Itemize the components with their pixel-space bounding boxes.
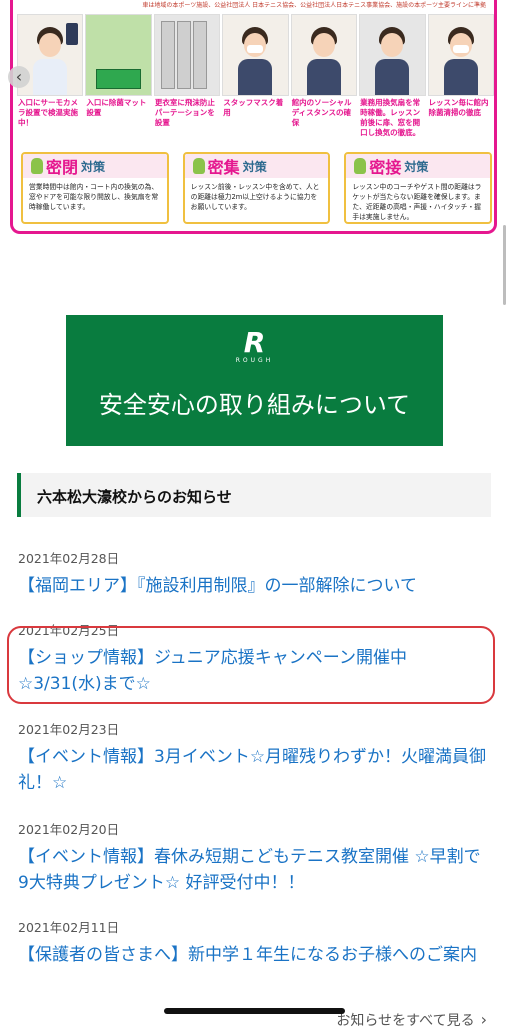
see-all-label: お知らせをすべて見る bbox=[336, 1013, 475, 1029]
caption-disinfect-mat: 入口に除菌マット設置 bbox=[86, 98, 147, 117]
measures-row: 密閉 対策 営業時間中は館内・コート内の換気の為、窓やドアを可能な限り開放し、換… bbox=[21, 152, 493, 224]
red-highlight-annotation bbox=[7, 626, 495, 704]
measure-head: 密接 対策 bbox=[346, 154, 491, 178]
news-item: 2021年02月11日 【保護者の皆さまへ】新中学１年生になるお子様へのご案内 bbox=[18, 917, 488, 968]
caption-staff-mask: スタッフマスク着用 bbox=[223, 98, 284, 117]
hand-icon bbox=[31, 158, 43, 174]
news-link[interactable]: 【保護者の皆さまへ】新中学１年生になるお子様へのご案内 bbox=[18, 942, 488, 968]
measure-suffix: 対策 bbox=[81, 159, 106, 174]
news-link[interactable]: 【イベント情報】3月イベント☆月曜残りわずか！火曜満員御礼！☆ bbox=[18, 744, 488, 796]
caption-row: 入口にサーモカメラ設置で検温実施中！ 入口に除菌マット設置 更衣室に飛沫防止パー… bbox=[17, 98, 494, 144]
measure-head: 密閉 対策 bbox=[23, 154, 167, 178]
news-date: 2021年02月23日 bbox=[18, 722, 120, 737]
logo-word: ROUGH bbox=[235, 357, 274, 364]
rough-logo: R ROUGH bbox=[235, 326, 275, 365]
measure-head: 密集 対策 bbox=[184, 154, 329, 178]
infographic-note: 車は地域の本ポーツ施設、公益社団法人 日本テニス協会、公益社団法人日本テニス事業… bbox=[142, 2, 486, 9]
measure-kanji: 密集 bbox=[207, 158, 240, 177]
measure-kanji: 密閉 bbox=[46, 158, 79, 177]
measure-kanji: 密接 bbox=[369, 158, 402, 177]
infographic-top-strip: 車は地域の本ポーツ施設、公益社団法人 日本テニス協会、公益社団法人日本テニス事業… bbox=[13, 0, 494, 14]
covid-measures-infographic: 車は地域の本ポーツ施設、公益社団法人 日本テニス協会、公益社団法人日本テニス事業… bbox=[10, 0, 497, 234]
measure-suffix: 対策 bbox=[242, 159, 267, 174]
measure-close-contact: 密接 対策 レッスン中のコーチやゲスト間の距離はラケットが当たらない距離を確保し… bbox=[344, 152, 493, 224]
banner-title: 安全安心の取り組みについて bbox=[98, 391, 411, 419]
news-item: 2021年02月23日 【イベント情報】3月イベント☆月曜残りわずか！火曜満員御… bbox=[18, 719, 488, 796]
measure-body: レッスン前後・レッスン中を含めて、人との距離は極力2m以上空けるように協力をお願… bbox=[190, 183, 320, 211]
safety-banner[interactable]: R ROUGH 安全安心の取り組みについて bbox=[66, 315, 443, 446]
home-indicator[interactable] bbox=[164, 1008, 345, 1014]
measure-body: 営業時間中は館内・コート内の換気の為、窓やドアを可能な限り開放し、換気扇を常時稼… bbox=[29, 183, 159, 211]
illustration-staff-mask bbox=[222, 14, 289, 96]
illustration-row bbox=[17, 14, 494, 96]
measure-crowded-place: 密集 対策 レッスン前後・レッスン中を含めて、人との距離は極力2m以上空けるよう… bbox=[182, 152, 331, 224]
caption-cleaning: レッスン毎に館内除菌清掃の徹底 bbox=[428, 98, 489, 117]
illustration-social-distance bbox=[290, 14, 358, 96]
news-item: 2021年02月28日 【福岡エリア】『施設利用制限』の一部解除について bbox=[18, 548, 488, 599]
hand-icon bbox=[192, 158, 205, 174]
illustration-partition bbox=[153, 14, 221, 96]
news-date: 2021年02月20日 bbox=[18, 822, 120, 837]
illustration-ventilation bbox=[359, 14, 426, 96]
news-link[interactable]: 【福岡エリア】『施設利用制限』の一部解除について bbox=[18, 573, 488, 599]
caption-social-distance: 館内のソーシャルディスタンスの確保 bbox=[291, 98, 352, 127]
measure-suffix: 対策 bbox=[404, 159, 429, 174]
caption-partition: 更衣室に飛沫防止パーテーションを設置 bbox=[154, 98, 215, 127]
news-link[interactable]: 【イベント情報】春休み短期こどもテニス教室開催 ☆早割で9大特典プレゼント☆ 好… bbox=[18, 844, 488, 896]
caption-thermal-camera: 入口にサーモカメラ設置で検温実施中！ bbox=[18, 98, 78, 127]
caption-ventilation: 業務用換気扇を常時稼働。レッスン前後に扉、窓を開口し換気の徹底。 bbox=[360, 98, 421, 137]
hand-icon bbox=[354, 158, 367, 174]
carousel-prev-button[interactable]: ‹ bbox=[8, 66, 30, 88]
chevron-right-icon: › bbox=[480, 1010, 487, 1029]
measure-closed-space: 密閉 対策 営業時間中は館内・コート内の換気の為、窓やドアを可能な限り開放し、換… bbox=[21, 152, 169, 224]
illustration-cleaning bbox=[427, 14, 494, 96]
logo-mark: R bbox=[243, 326, 266, 359]
news-date: 2021年02月28日 bbox=[18, 551, 120, 566]
see-all-news-link[interactable]: お知らせをすべて見る › bbox=[336, 1010, 487, 1030]
news-section-header: 六本松大濠校からのお知らせ bbox=[17, 473, 491, 517]
news-date: 2021年02月11日 bbox=[18, 920, 120, 935]
illustration-disinfect-mat bbox=[85, 14, 152, 96]
news-item: 2021年02月20日 【イベント情報】春休み短期こどもテニス教室開催 ☆早割で… bbox=[18, 819, 488, 896]
scrollbar-thumb[interactable] bbox=[503, 225, 506, 305]
news-section-title: 六本松大濠校からのお知らせ bbox=[37, 488, 232, 506]
measure-body: レッスン中のコーチやゲスト間の距離はラケットが当たらない距離を確保します。また、… bbox=[352, 183, 482, 221]
